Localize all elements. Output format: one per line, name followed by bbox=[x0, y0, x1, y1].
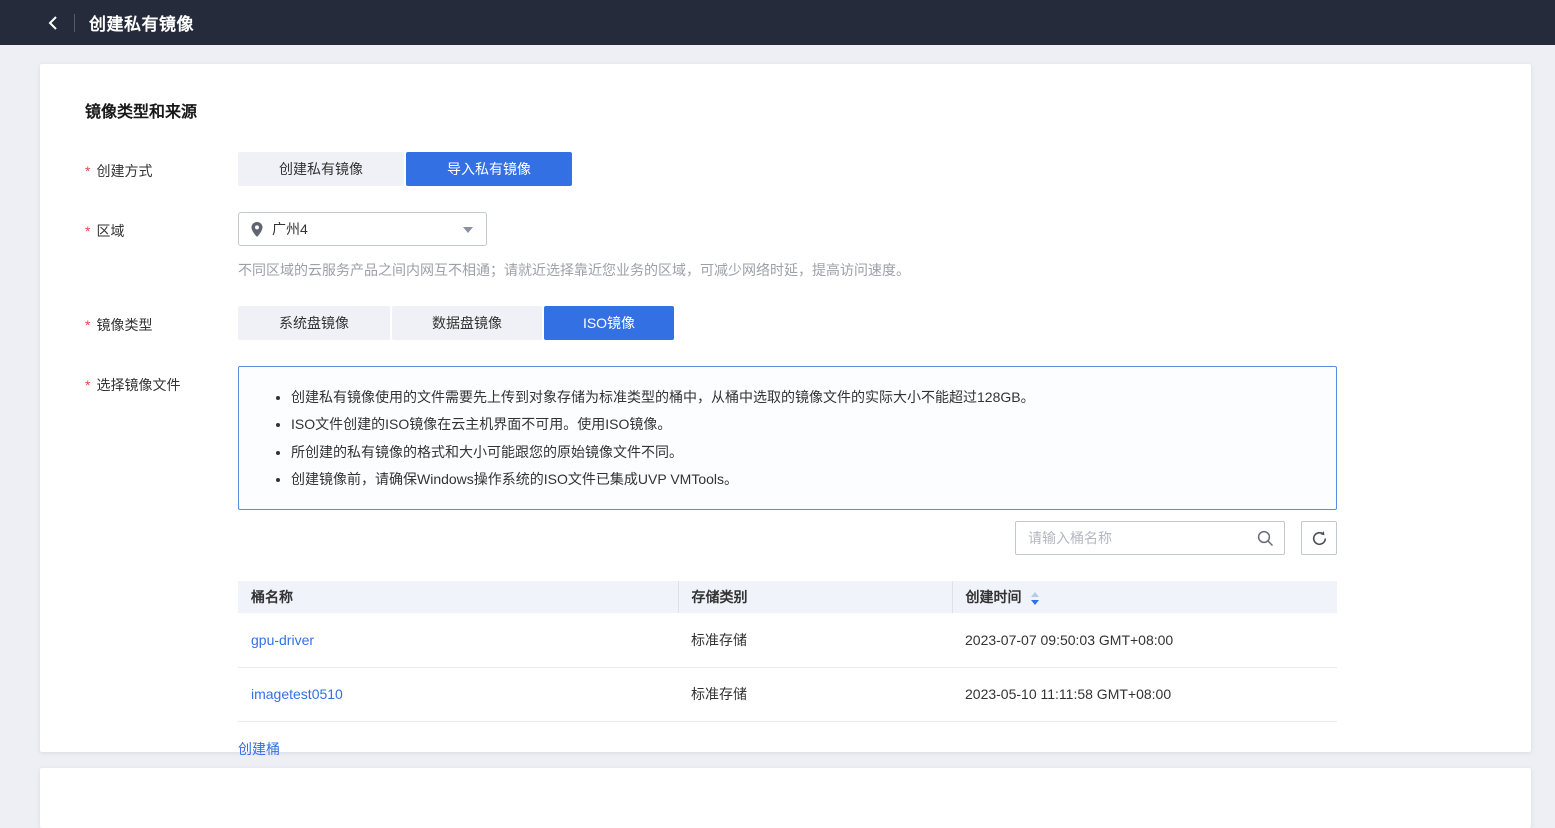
data-disk-image-toggle[interactable]: 数据盘镜像 bbox=[392, 306, 542, 340]
region-hint: 不同区域的云服务产品之间内网互不相通；请就近选择靠近您业务的区域，可减少网络时延… bbox=[238, 260, 910, 280]
notice-item: 所创建的私有镜像的格式和大小可能跟您的原始镜像文件不同。 bbox=[291, 442, 1312, 462]
required-marker: * bbox=[85, 377, 90, 393]
bucket-table-row: gpu-driver 标准存储 2023-07-07 09:50:03 GMT+… bbox=[238, 613, 1337, 667]
back-button[interactable] bbox=[46, 15, 61, 31]
image-type-label: *镜像类型 bbox=[85, 306, 238, 340]
top-bar: 创建私有镜像 bbox=[0, 0, 1555, 45]
storage-class-cell: 标准存储 bbox=[678, 667, 952, 721]
sort-desc-icon bbox=[1031, 600, 1039, 605]
required-marker: * bbox=[85, 163, 90, 179]
bucket-link[interactable]: gpu-driver bbox=[251, 632, 314, 648]
region-select[interactable]: 广州4 bbox=[238, 212, 487, 246]
image-file-field: 创建私有镜像使用的文件需要先上传到对象存储为标准类型的桶中，从桶中选取的镜像文件… bbox=[238, 366, 1337, 759]
required-marker: * bbox=[85, 317, 90, 333]
refresh-icon bbox=[1311, 530, 1328, 547]
bucket-table-header-row: 桶名称 存储类别 创建时间 bbox=[238, 581, 1337, 613]
bucket-search-box bbox=[1015, 521, 1285, 555]
form-row-image-type: *镜像类型 系统盘镜像 数据盘镜像 ISO镜像 bbox=[85, 306, 1531, 340]
next-section-card bbox=[40, 768, 1531, 828]
bucket-name-cell: imagetest0510 bbox=[238, 667, 678, 721]
magnifier-icon bbox=[1257, 530, 1274, 547]
title-divider bbox=[74, 14, 75, 32]
region-field: 广州4 不同区域的云服务产品之间内网互不相通；请就近选择靠近您业务的区域，可减少… bbox=[238, 212, 910, 280]
import-private-image-toggle[interactable]: 导入私有镜像 bbox=[406, 152, 572, 186]
image-file-notice-box: 创建私有镜像使用的文件需要先上传到对象存储为标准类型的桶中，从桶中选取的镜像文件… bbox=[238, 366, 1337, 510]
image-file-label: *选择镜像文件 bbox=[85, 366, 238, 759]
image-type-toggle-group: 系统盘镜像 数据盘镜像 ISO镜像 bbox=[238, 306, 674, 340]
notice-item: ISO文件创建的ISO镜像在云主机界面不可用。使用ISO镜像。 bbox=[291, 414, 1312, 434]
chevron-left-icon bbox=[46, 15, 61, 31]
location-pin-icon bbox=[251, 222, 263, 237]
region-selected-value: 广州4 bbox=[272, 219, 308, 239]
search-button[interactable] bbox=[1247, 530, 1284, 547]
bucket-search-input[interactable] bbox=[1016, 530, 1247, 546]
created-time-cell: 2023-05-10 11:11:58 GMT+08:00 bbox=[952, 667, 1337, 721]
required-marker: * bbox=[85, 223, 90, 239]
iso-image-toggle[interactable]: ISO镜像 bbox=[544, 306, 674, 340]
form-row-image-file: *选择镜像文件 创建私有镜像使用的文件需要先上传到对象存储为标准类型的桶中，从桶… bbox=[85, 366, 1531, 759]
column-header-storage-class: 存储类别 bbox=[678, 581, 952, 613]
refresh-button[interactable] bbox=[1301, 521, 1337, 555]
region-label: *区域 bbox=[85, 212, 238, 280]
bucket-table-row: imagetest0510 标准存储 2023-05-10 11:11:58 G… bbox=[238, 667, 1337, 721]
section-title: 镜像类型和来源 bbox=[85, 98, 1531, 122]
system-disk-image-toggle[interactable]: 系统盘镜像 bbox=[238, 306, 390, 340]
image-type-source-card: 镜像类型和来源 *创建方式 创建私有镜像 导入私有镜像 *区域 广州4 不同区域… bbox=[40, 64, 1531, 752]
creation-method-toggle-group: 创建私有镜像 导入私有镜像 bbox=[238, 152, 572, 186]
caret-down-icon bbox=[463, 227, 473, 233]
creation-method-label: *创建方式 bbox=[85, 152, 238, 186]
bucket-name-cell: gpu-driver bbox=[238, 613, 678, 667]
notice-item: 创建私有镜像使用的文件需要先上传到对象存储为标准类型的桶中，从桶中选取的镜像文件… bbox=[291, 387, 1312, 407]
sort-arrows-icon[interactable] bbox=[1031, 592, 1039, 605]
notice-item: 创建镜像前，请确保Windows操作系统的ISO文件已集成UVP VMTools… bbox=[291, 469, 1312, 489]
page-title: 创建私有镜像 bbox=[89, 10, 194, 35]
bucket-table: 桶名称 存储类别 创建时间 gpu-driver 标准存储 2023-07-07… bbox=[238, 581, 1337, 722]
column-header-created-time[interactable]: 创建时间 bbox=[952, 581, 1337, 613]
form-row-creation-method: *创建方式 创建私有镜像 导入私有镜像 bbox=[85, 152, 1531, 186]
create-private-image-toggle[interactable]: 创建私有镜像 bbox=[238, 152, 404, 186]
bucket-search-row bbox=[238, 521, 1337, 555]
column-header-bucket-name: 桶名称 bbox=[238, 581, 678, 613]
notice-list: 创建私有镜像使用的文件需要先上传到对象存储为标准类型的桶中，从桶中选取的镜像文件… bbox=[239, 387, 1312, 489]
create-bucket-link[interactable]: 创建桶 bbox=[238, 739, 280, 759]
created-time-cell: 2023-07-07 09:50:03 GMT+08:00 bbox=[952, 613, 1337, 667]
storage-class-cell: 标准存储 bbox=[678, 613, 952, 667]
form-row-region: *区域 广州4 不同区域的云服务产品之间内网互不相通；请就近选择靠近您业务的区域… bbox=[85, 212, 1531, 280]
sort-asc-icon bbox=[1031, 592, 1039, 597]
bucket-link[interactable]: imagetest0510 bbox=[251, 686, 343, 702]
